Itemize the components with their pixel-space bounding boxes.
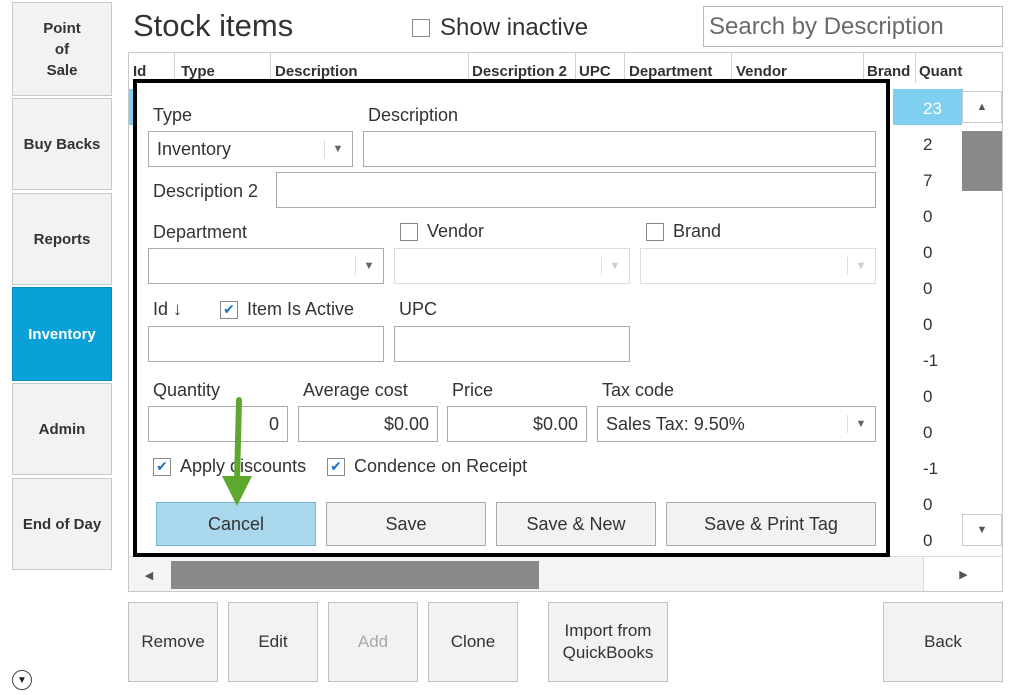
scroll-up-icon[interactable]: ▲	[962, 91, 1002, 123]
save-and-print-tag-button[interactable]: Save & Print Tag	[666, 502, 876, 546]
brand-toggle[interactable]: Brand	[646, 221, 721, 242]
chevron-down-icon: ▼	[601, 249, 629, 283]
nav-buy-backs[interactable]: Buy Backs	[12, 98, 112, 190]
quantity-label: Quantity	[153, 380, 221, 400]
nav-point-of-sale[interactable]: Point of Sale	[12, 2, 112, 96]
apply-discounts-toggle[interactable]: ✔ Apply discounts	[153, 456, 306, 477]
tax-code-select[interactable]: Sales Tax: 9.50% ▼	[597, 406, 876, 442]
condence-toggle[interactable]: ✔ Condence on Receipt	[327, 456, 527, 477]
remove-button[interactable]: Remove	[128, 602, 218, 682]
nav-end-of-day[interactable]: End of Day	[12, 478, 112, 570]
type-label: Type	[153, 105, 193, 125]
quantity-cell: 0	[923, 207, 933, 226]
department-select[interactable]: ▼	[148, 248, 384, 284]
condence-checkbox[interactable]: ✔	[327, 457, 345, 476]
quantity-cell: 0	[923, 315, 933, 334]
item-active-toggle[interactable]: ✔ Item Is Active	[220, 299, 354, 320]
item-active-label: Item Is Active	[247, 299, 355, 319]
import-quickbooks-button[interactable]: Import from QuickBooks	[548, 602, 668, 682]
quantity-cell: 0	[923, 495, 933, 514]
quantity-cell: 0	[923, 423, 933, 442]
chevron-down-icon: ▼	[847, 249, 875, 283]
quantity-cell: 0	[923, 279, 933, 298]
column-header-description[interactable]: Description	[275, 63, 358, 80]
apply-discounts-label: Apply discounts	[180, 456, 307, 476]
column-header-brand[interactable]: Brand	[867, 63, 910, 80]
vertical-scrollbar[interactable]: ▲ ▼	[962, 91, 1002, 547]
condence-label: Condence on Receipt	[354, 456, 528, 476]
column-header-description2[interactable]: Description 2	[472, 63, 567, 80]
chevron-down-icon: ▼	[324, 132, 352, 166]
search-input[interactable]	[703, 6, 1003, 47]
item-active-checkbox[interactable]: ✔	[220, 300, 238, 319]
chevron-down-icon: ▼	[355, 249, 383, 283]
chevron-down-icon: ▼	[847, 407, 875, 441]
show-inactive-label: Show inactive	[440, 14, 589, 41]
quantity-cell: 23	[923, 99, 942, 118]
type-select[interactable]: Inventory ▼	[148, 131, 353, 167]
item-editor-dialog: Type Inventory ▼ Description Description…	[133, 79, 890, 557]
vendor-checkbox[interactable]	[400, 222, 418, 241]
department-label: Department	[153, 222, 248, 242]
upc-label: UPC	[399, 299, 438, 319]
scroll-right-icon[interactable]: ▶	[923, 556, 1002, 591]
quantity-cell: -1	[923, 351, 939, 370]
id-input[interactable]	[148, 326, 384, 362]
description2-input[interactable]	[276, 172, 876, 208]
quantity-input[interactable]: 0	[148, 406, 288, 442]
add-button: Add	[328, 602, 418, 682]
avg-cost-input[interactable]: $0.00	[298, 406, 438, 442]
column-header-quantity[interactable]: Quant	[919, 63, 963, 80]
description-input[interactable]	[363, 131, 876, 167]
price-input[interactable]: $0.00	[447, 406, 587, 442]
nav-inventory[interactable]: Inventory	[12, 287, 112, 381]
column-header-id[interactable]: Id	[133, 63, 146, 80]
quantity-cell: 2	[923, 135, 933, 154]
nav-reports[interactable]: Reports	[12, 193, 112, 285]
horizontal-scrollbar[interactable]: ◀	[129, 556, 923, 591]
column-header-type[interactable]: Type	[181, 63, 215, 80]
quantity-cell: 0	[923, 387, 933, 406]
show-inactive-checkbox[interactable]	[412, 19, 430, 37]
scroll-left-icon[interactable]: ◀	[129, 561, 169, 589]
quantity-cell: 0	[923, 243, 933, 262]
description-label: Description	[368, 105, 459, 125]
show-inactive-toggle[interactable]: Show inactive	[412, 14, 588, 42]
upc-input[interactable]	[394, 326, 630, 362]
page-title: Stock items	[133, 8, 294, 43]
collapse-chevron-icon[interactable]: ▼	[12, 670, 32, 690]
brand-checkbox[interactable]	[646, 222, 664, 241]
column-header-department[interactable]: Department	[629, 63, 712, 80]
cancel-button[interactable]: Cancel	[156, 502, 316, 546]
vendor-label: Vendor	[427, 221, 485, 241]
quantity-cell: 0	[923, 531, 933, 550]
horizontal-scroll-thumb[interactable]	[171, 561, 539, 589]
clone-button[interactable]: Clone	[428, 602, 518, 682]
scroll-down-icon[interactable]: ▼	[962, 514, 1002, 546]
back-button[interactable]: Back	[883, 602, 1003, 682]
description2-label: Description 2	[153, 181, 259, 201]
apply-discounts-checkbox[interactable]: ✔	[153, 457, 171, 476]
price-label: Price	[452, 380, 494, 400]
save-button[interactable]: Save	[326, 502, 486, 546]
save-and-new-button[interactable]: Save & New	[496, 502, 656, 546]
vertical-scroll-thumb[interactable]	[962, 131, 1002, 191]
quantity-cell: 7	[923, 171, 933, 190]
brand-label: Brand	[673, 221, 722, 241]
id-label: Id ↓	[153, 299, 183, 319]
vendor-toggle[interactable]: Vendor	[400, 221, 484, 242]
nav-admin[interactable]: Admin	[12, 383, 112, 475]
brand-select: ▼	[640, 248, 876, 284]
tax-code-value: Sales Tax: 9.50%	[606, 413, 745, 434]
column-header-vendor[interactable]: Vendor	[736, 63, 787, 80]
quantity-cell: -1	[923, 459, 939, 478]
avg-cost-label: Average cost	[303, 380, 408, 400]
edit-button[interactable]: Edit	[228, 602, 318, 682]
column-header-upc[interactable]: UPC	[579, 63, 611, 80]
vendor-select: ▼	[394, 248, 630, 284]
tax-code-label: Tax code	[602, 380, 675, 400]
type-select-value: Inventory	[157, 138, 232, 159]
